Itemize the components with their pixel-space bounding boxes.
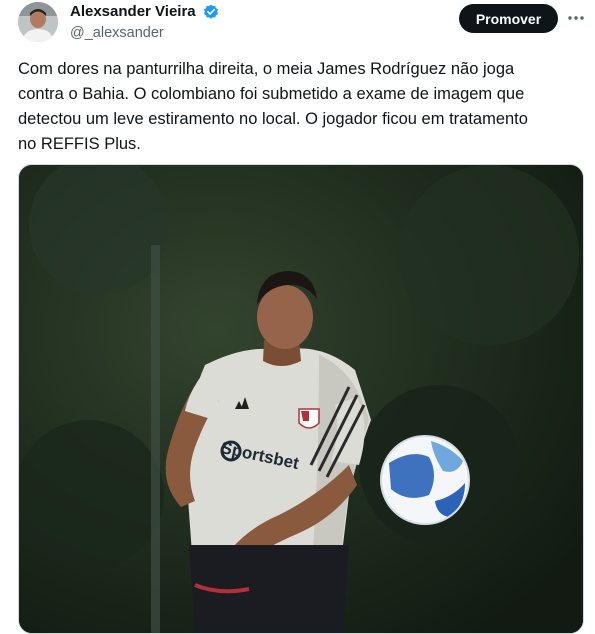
author-handle[interactable]: @_alexsander <box>70 24 164 42</box>
more-horizontal-icon[interactable] <box>566 8 586 28</box>
photo-james-rodriguez-training: Sportsbet <box>19 165 583 633</box>
tweet-media-photo[interactable]: Sportsbet <box>18 164 584 634</box>
avatar-image <box>18 2 58 42</box>
tweet-text: Com dores na panturrilha direita, o meia… <box>18 60 528 153</box>
author-name[interactable]: Alexsander Vieira <box>70 3 196 21</box>
verified-badge-icon <box>203 4 219 20</box>
promote-button[interactable]: Promover <box>459 4 558 33</box>
tweet: Alexsander Vieira @_alexsander Promover … <box>0 0 595 634</box>
avatar[interactable] <box>18 2 58 42</box>
